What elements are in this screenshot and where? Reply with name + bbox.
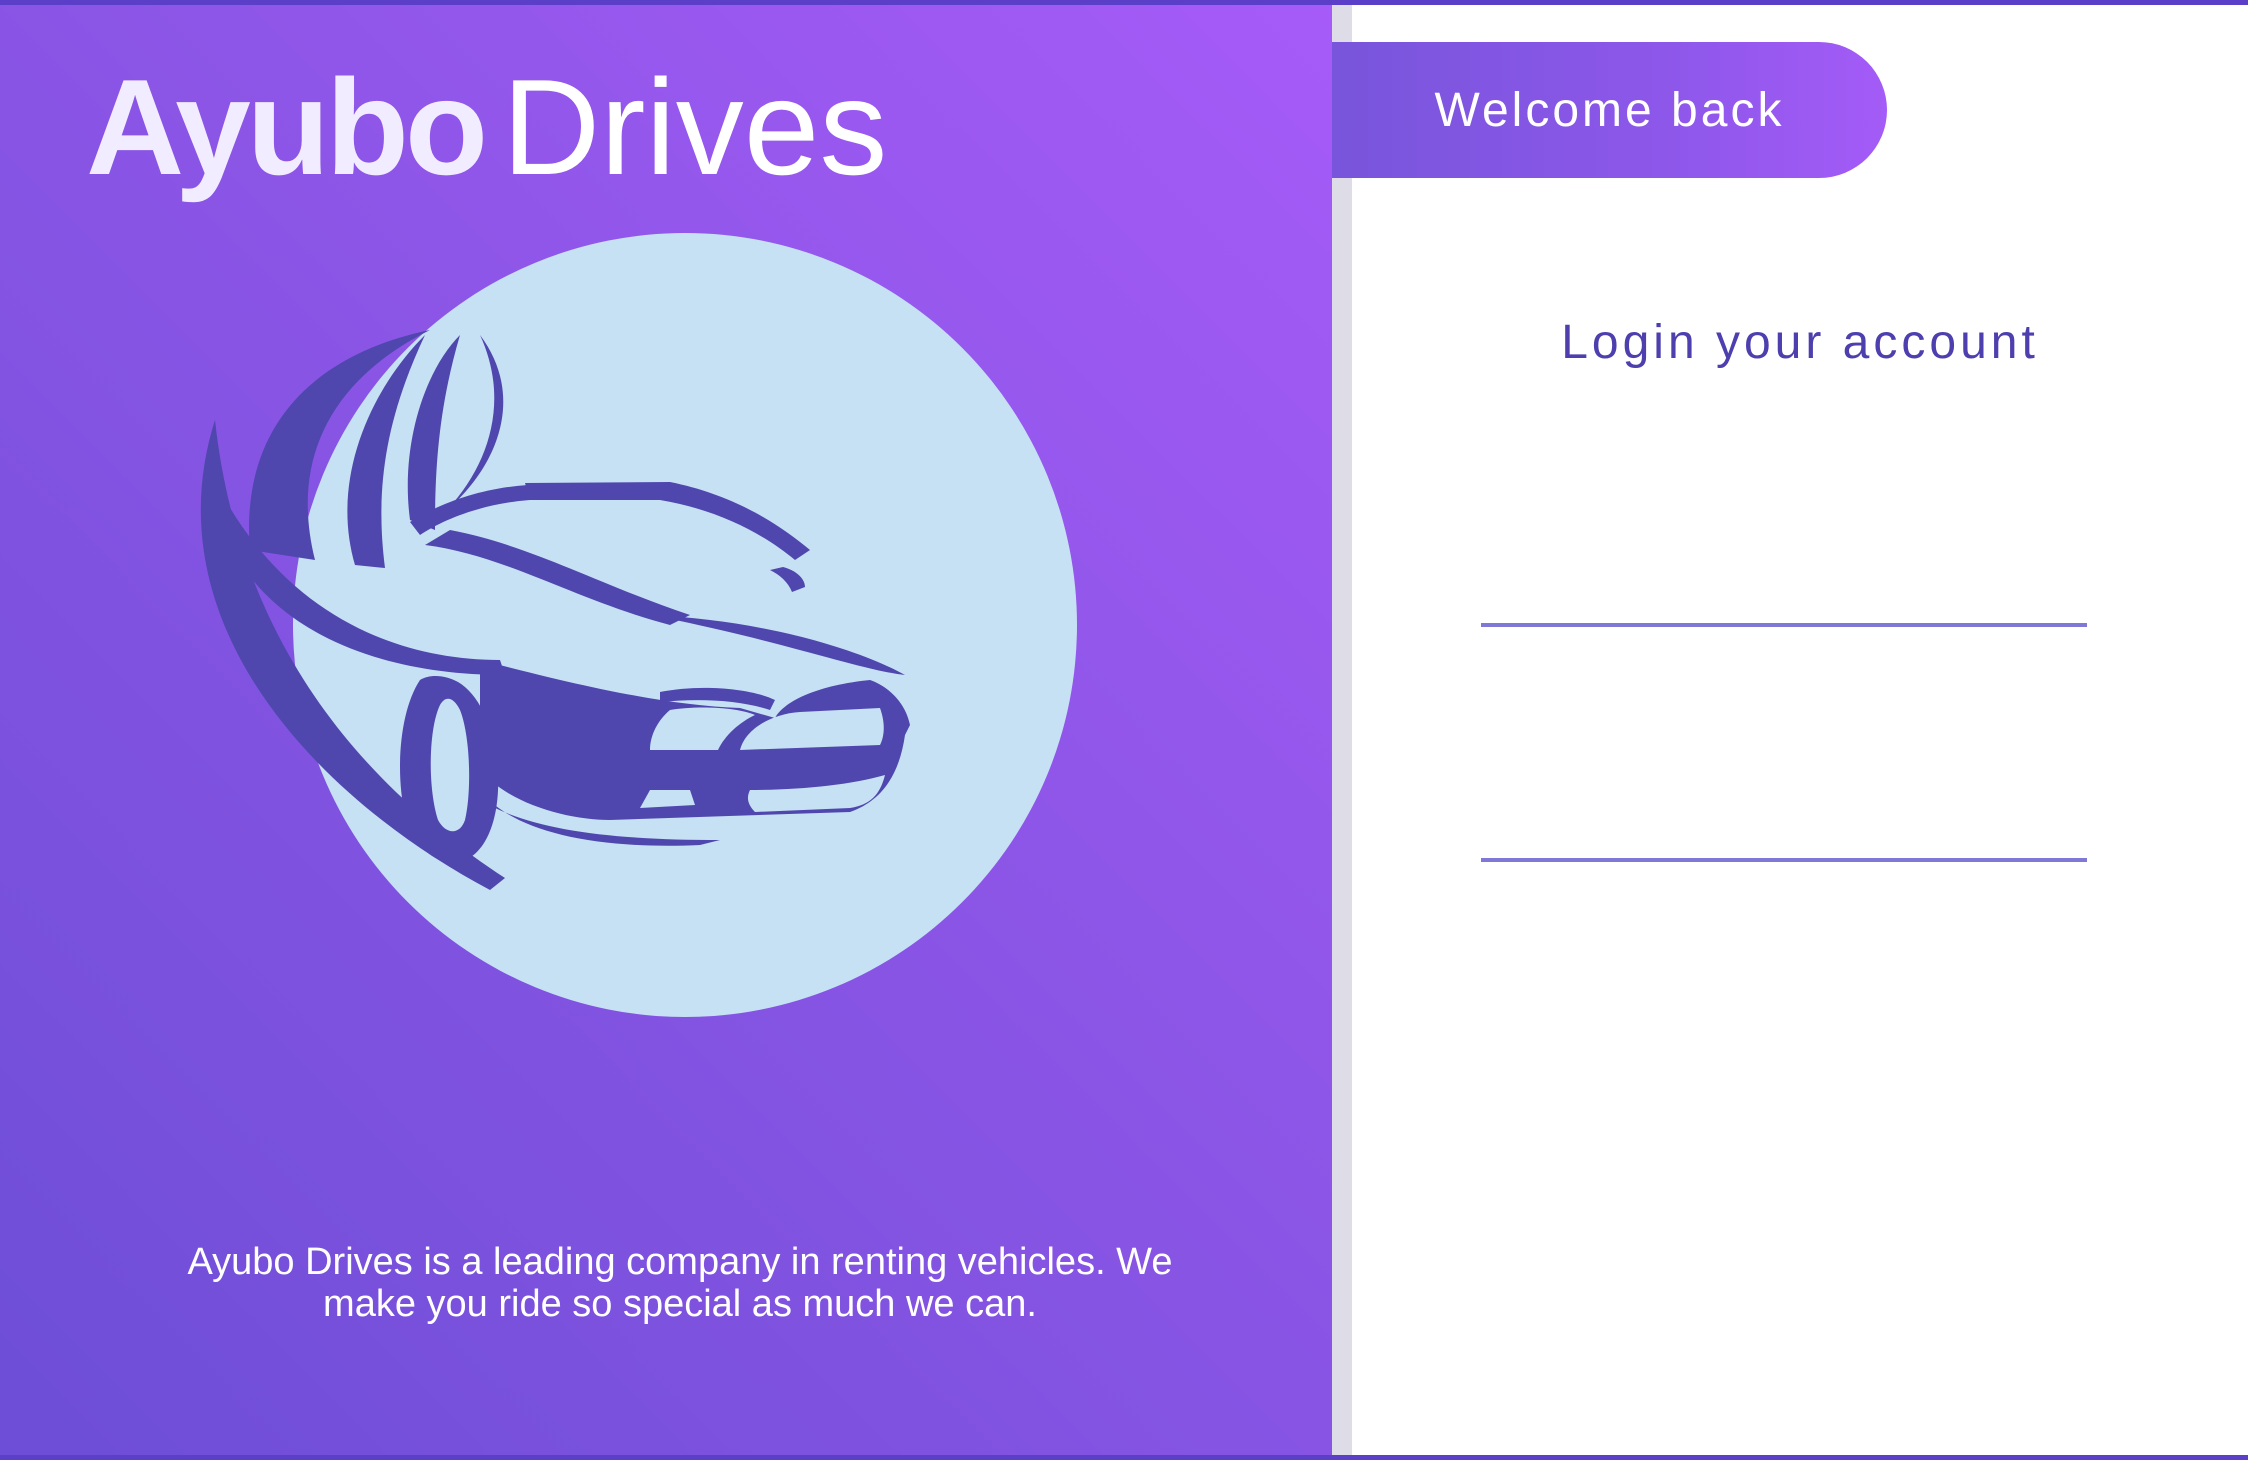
brand-name-light: Drives <box>502 51 888 203</box>
brand-title: Ayubo Drives <box>86 51 888 203</box>
panel-divider <box>1332 5 1352 1455</box>
tagline-line-2: make you ride so special as much we can. <box>323 1283 1037 1325</box>
login-panel <box>1352 5 2248 1455</box>
welcome-label: Welcome back <box>1434 83 1785 137</box>
login-screen: Ayubo Drives Ayubo Drives is a leading c… <box>0 0 2248 1460</box>
password-field[interactable] <box>1481 802 2087 862</box>
car-logo <box>180 230 1090 1020</box>
welcome-banner: Welcome back <box>1332 42 1887 178</box>
tagline-line-1: Ayubo Drives is a leading company in ren… <box>187 1241 1173 1283</box>
company-description: Ayubo Drives is a leading company in ren… <box>120 1241 1240 1325</box>
car-icon <box>200 233 1077 1017</box>
username-field[interactable] <box>1481 567 2087 627</box>
brand-name-bold: Ayubo <box>86 51 488 203</box>
login-heading: Login your account <box>1561 316 2039 369</box>
brand-panel: Ayubo Drives Ayubo Drives is a leading c… <box>0 5 1332 1455</box>
